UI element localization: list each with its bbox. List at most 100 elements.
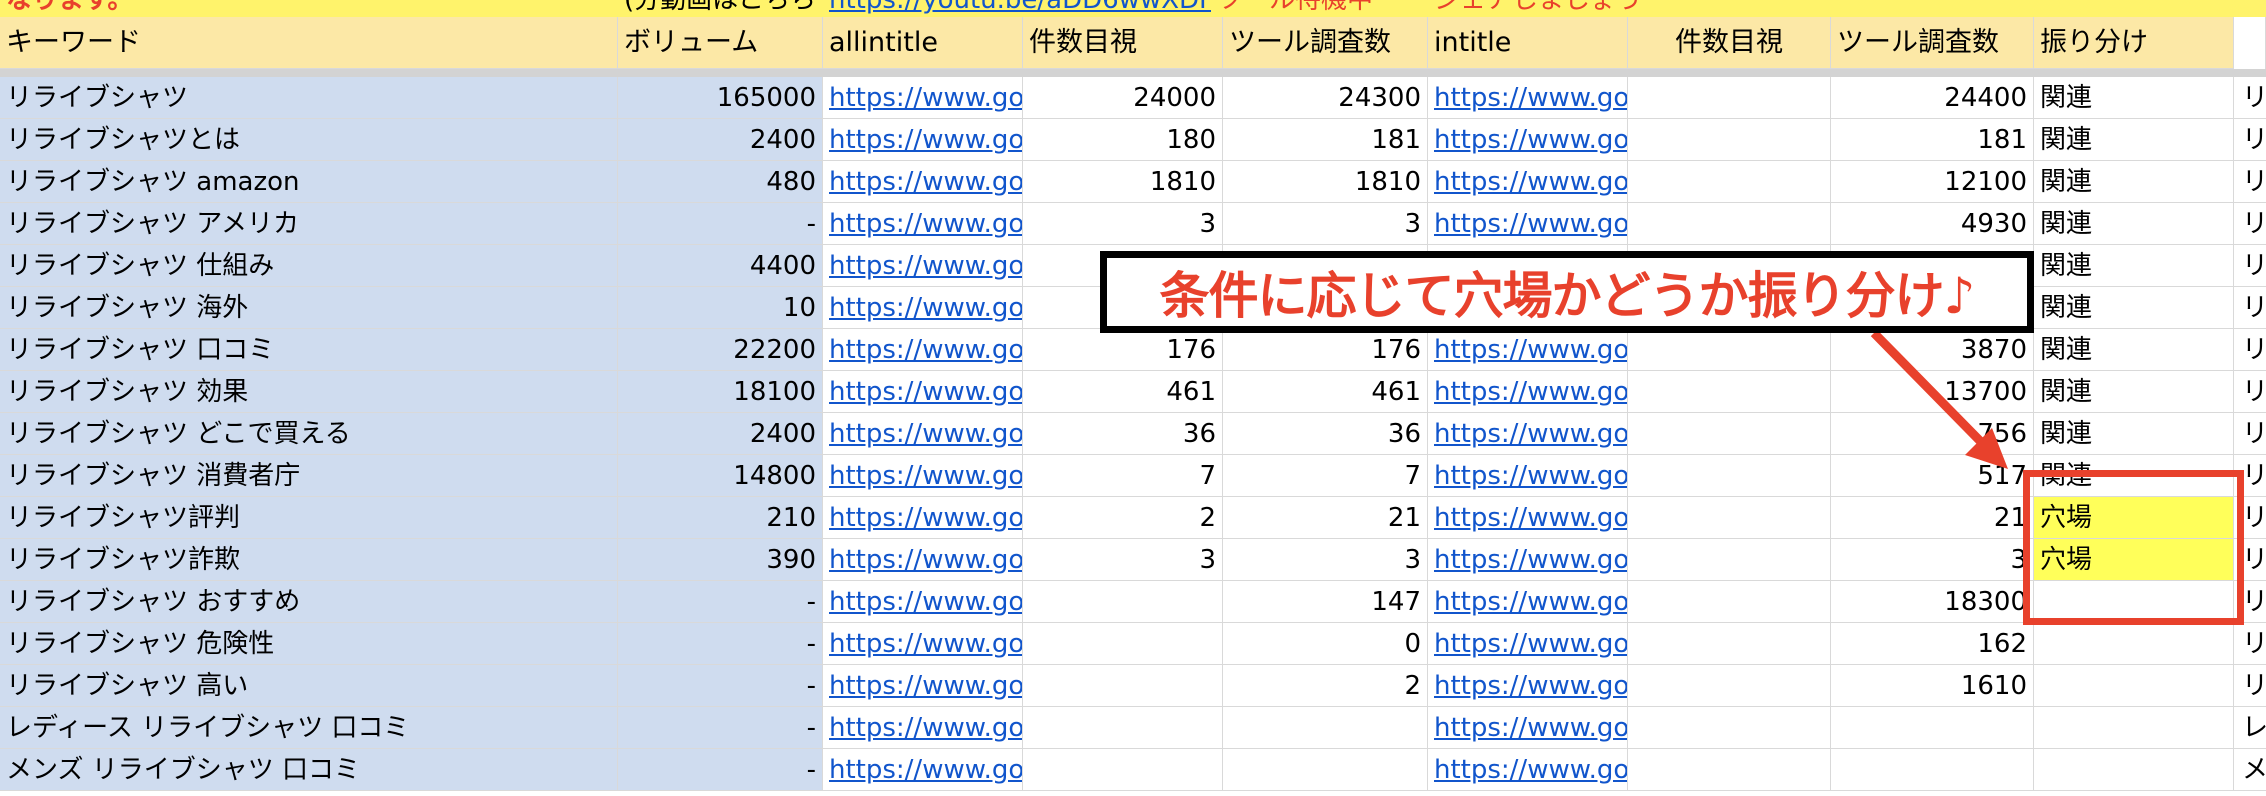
cell-count-visual-1[interactable]: 3	[1023, 203, 1223, 245]
cell-classification[interactable]: 関連	[2034, 203, 2234, 245]
cell-volume[interactable]: -	[618, 623, 823, 665]
header-tool-count-2[interactable]: ツール調査数	[1831, 17, 2034, 69]
cell-allintitle-link[interactable]: https://www.goog	[823, 749, 1023, 791]
cell-allintitle-link[interactable]: https://www.goog	[823, 329, 1023, 371]
cell-allintitle-link[interactable]: https://www.goog	[823, 455, 1023, 497]
cell-volume[interactable]: 18100	[618, 371, 823, 413]
cell-volume[interactable]: -	[618, 707, 823, 749]
cell-keyword[interactable]: リライブシャツ 高い	[0, 665, 618, 707]
cell-intitle-link[interactable]: https://www.goog	[1428, 413, 1628, 455]
cell-allintitle-link[interactable]: https://www.goog	[823, 77, 1023, 119]
cell-classification[interactable]: 関連	[2034, 287, 2234, 329]
header-volume[interactable]: ボリューム	[618, 17, 823, 69]
cell-classification[interactable]: 関連	[2034, 245, 2234, 287]
cell-classification[interactable]: 関連	[2034, 161, 2234, 203]
cell-count-visual-2[interactable]	[1628, 329, 1831, 371]
cell-next[interactable]: リ	[2234, 371, 2266, 413]
header-count-visual-2[interactable]: 件数目視	[1628, 17, 1831, 69]
cell-tool-count-1[interactable]: 2	[1223, 665, 1428, 707]
cell-tool-count-1[interactable]	[1223, 707, 1428, 749]
cell-count-visual-2[interactable]	[1628, 665, 1831, 707]
cell-tool-count-1[interactable]: 21	[1223, 497, 1428, 539]
cell-intitle-link[interactable]: https://www.goog	[1428, 77, 1628, 119]
cell-volume[interactable]: 22200	[618, 329, 823, 371]
cell-count-visual-2[interactable]	[1628, 413, 1831, 455]
cell-tool-count-1[interactable]: 3	[1223, 203, 1428, 245]
cell-tool-count-1[interactable]: 1810	[1223, 161, 1428, 203]
cell-count-visual-2[interactable]	[1628, 455, 1831, 497]
cell-tool-count-2[interactable]: 3870	[1831, 329, 2034, 371]
cell-intitle-link[interactable]: https://www.goog	[1428, 623, 1628, 665]
cell-count-visual-2[interactable]	[1628, 623, 1831, 665]
cell-next[interactable]: リ	[2234, 623, 2266, 665]
cell-tool-count-2[interactable]: 4930	[1831, 203, 2034, 245]
cell-classification[interactable]: 関連	[2034, 371, 2234, 413]
cell-tool-count-2[interactable]	[1831, 749, 2034, 791]
cell-keyword[interactable]: リライブシャツ詐欺	[0, 539, 618, 581]
cell-classification[interactable]	[2034, 623, 2234, 665]
cell-count-visual-1[interactable]: 24000	[1023, 77, 1223, 119]
cell-keyword[interactable]: リライブシャツ 仕組み	[0, 245, 618, 287]
cell-count-visual-1[interactable]	[1023, 707, 1223, 749]
cell-tool-count-2[interactable]: 12100	[1831, 161, 2034, 203]
cell-tool-count-2[interactable]: 181	[1831, 119, 2034, 161]
cell-classification[interactable]	[2034, 749, 2234, 791]
header-keyword[interactable]: キーワード	[0, 17, 618, 69]
cell-allintitle-link[interactable]: https://www.goog	[823, 581, 1023, 623]
cell-next[interactable]: レ	[2234, 707, 2266, 749]
cell-tool-count-1[interactable]: 24300	[1223, 77, 1428, 119]
header-tool-count-1[interactable]: ツール調査数	[1223, 17, 1428, 69]
cell-volume[interactable]: -	[618, 581, 823, 623]
cell-intitle-link[interactable]: https://www.goog	[1428, 539, 1628, 581]
cell-next[interactable]: メ	[2234, 749, 2266, 791]
cell-tool-count-1[interactable]: 176	[1223, 329, 1428, 371]
cell-classification[interactable]: 関連	[2034, 413, 2234, 455]
cell-tool-count-2[interactable]: 3	[1831, 539, 2034, 581]
cell-intitle-link[interactable]: https://www.goog	[1428, 581, 1628, 623]
cell-next[interactable]: リ	[2234, 161, 2266, 203]
cell-allintitle-link[interactable]: https://www.goog	[823, 497, 1023, 539]
cell-keyword[interactable]: リライブシャツ 効果	[0, 371, 618, 413]
cell-count-visual-1[interactable]: 7	[1023, 455, 1223, 497]
cell-tool-count-1[interactable]: 7	[1223, 455, 1428, 497]
cell-classification[interactable]	[2034, 665, 2234, 707]
cell-tool-count-2[interactable]: 517	[1831, 455, 2034, 497]
cell-intitle-link[interactable]: https://www.goog	[1428, 329, 1628, 371]
cell-tool-count-2[interactable]: 1610	[1831, 665, 2034, 707]
cell-intitle-link[interactable]: https://www.goog	[1428, 749, 1628, 791]
cell-volume[interactable]: -	[618, 749, 823, 791]
cell-count-visual-1[interactable]	[1023, 581, 1223, 623]
cell-allintitle-link[interactable]: https://www.goog	[823, 623, 1023, 665]
cell-count-visual-2[interactable]	[1628, 119, 1831, 161]
header-classification[interactable]: 振り分け	[2034, 17, 2234, 69]
header-overflow-cell[interactable]	[2234, 17, 2266, 69]
cell-next[interactable]: リ	[2234, 665, 2266, 707]
cell-count-visual-2[interactable]	[1628, 497, 1831, 539]
cell-count-visual-1[interactable]: 3	[1023, 539, 1223, 581]
cell-allintitle-link[interactable]: https://www.goog	[823, 245, 1023, 287]
cell-volume[interactable]: 165000	[618, 77, 823, 119]
cell-count-visual-1[interactable]: 176	[1023, 329, 1223, 371]
cell-intitle-link[interactable]: https://www.goog	[1428, 203, 1628, 245]
cell-volume[interactable]: 2400	[618, 413, 823, 455]
cell-count-visual-1[interactable]: 180	[1023, 119, 1223, 161]
cell-tool-count-2[interactable]: 13700	[1831, 371, 2034, 413]
cell-allintitle-link[interactable]: https://www.goog	[823, 707, 1023, 749]
cell-keyword[interactable]: リライブシャツ おすすめ	[0, 581, 618, 623]
cell-tool-count-2[interactable]: 21	[1831, 497, 2034, 539]
cell-count-visual-1[interactable]	[1023, 749, 1223, 791]
cell-allintitle-link[interactable]: https://www.goog	[823, 371, 1023, 413]
cell-count-visual-1[interactable]	[1023, 665, 1223, 707]
cell-allintitle-link[interactable]: https://www.goog	[823, 413, 1023, 455]
cell-count-visual-1[interactable]	[1023, 623, 1223, 665]
cell-tool-count-1[interactable]: 36	[1223, 413, 1428, 455]
cell-count-visual-2[interactable]	[1628, 581, 1831, 623]
cell-count-visual-2[interactable]	[1628, 77, 1831, 119]
cell-intitle-link[interactable]: https://www.goog	[1428, 665, 1628, 707]
cell-keyword[interactable]: リライブシャツとは	[0, 119, 618, 161]
cell-next[interactable]: リ	[2234, 203, 2266, 245]
cell-next[interactable]: リ	[2234, 287, 2266, 329]
cell-classification[interactable]: 関連	[2034, 77, 2234, 119]
top-strip-video-link[interactable]: https://youtu.be/aDD6wwXDHTQ	[823, 0, 1211, 17]
cell-tool-count-1[interactable]: 0	[1223, 623, 1428, 665]
